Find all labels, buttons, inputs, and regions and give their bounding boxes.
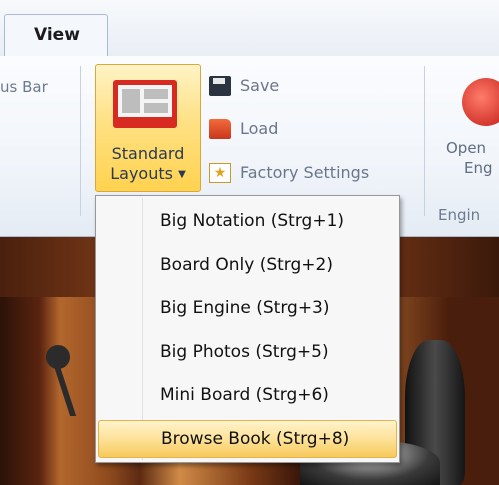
- menu-item-browse-book[interactable]: Browse Book (Strg+8): [98, 420, 397, 458]
- caret-down-icon: ▼: [178, 169, 186, 180]
- menu-item-big-photos[interactable]: Big Photos (Strg+5): [98, 334, 397, 372]
- standard-layouts-label-2: Layouts ▼: [96, 164, 200, 183]
- factory-settings-label: Factory Settings: [240, 163, 370, 182]
- standard-layouts-button[interactable]: Standard Layouts ▼: [95, 64, 201, 192]
- load-label: Load: [240, 119, 279, 138]
- menu-item-big-notation[interactable]: Big Notation (Strg+1): [98, 203, 397, 241]
- menu-item-label: Mini Board (Strg+6): [160, 385, 329, 405]
- folder-icon: [209, 119, 231, 139]
- menu-item-board-only[interactable]: Board Only (Strg+2): [98, 247, 397, 285]
- menu-item-label: Big Photos (Strg+5): [160, 342, 329, 362]
- factory-settings-icon: ★: [209, 163, 231, 183]
- menu-item-label: Big Engine (Strg+3): [160, 298, 330, 318]
- status-bar-label[interactable]: us Bar: [0, 78, 48, 96]
- menu-item-mini-board[interactable]: Mini Board (Strg+6): [98, 377, 397, 415]
- tab-view[interactable]: View: [4, 14, 108, 57]
- standard-layouts-label-2-text: Layouts: [110, 164, 173, 183]
- standard-layouts-label-1: Standard: [111, 144, 185, 163]
- tab-view-label: View: [34, 25, 80, 45]
- open-engine-label[interactable]: Open: [446, 139, 486, 157]
- menu-item-big-engine[interactable]: Big Engine (Strg+3): [98, 290, 397, 328]
- menu-item-label: Big Notation (Strg+1): [160, 211, 345, 231]
- group-separator: [424, 66, 425, 216]
- group-separator: [80, 66, 81, 216]
- menu-item-label: Board Only (Strg+2): [160, 255, 333, 275]
- save-label: Save: [240, 76, 280, 95]
- layout-icon: [113, 80, 177, 128]
- open-engine-label-2[interactable]: Eng: [464, 159, 493, 177]
- floppy-disk-icon: [209, 76, 231, 96]
- ribbon-tabstrip: View: [0, 0, 499, 57]
- standard-layouts-dropdown-menu: Big Notation (Strg+1) Board Only (Strg+2…: [95, 195, 400, 463]
- menu-item-label: Browse Book (Strg+8): [161, 429, 350, 449]
- engine-group-label: Engin: [438, 206, 481, 224]
